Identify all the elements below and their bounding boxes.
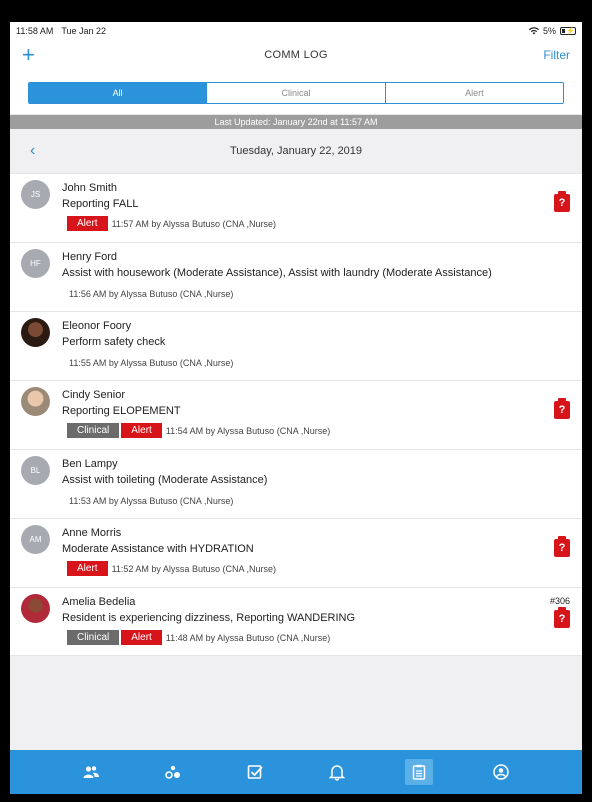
entry-time: 11:48 AM by Alyssa Butuso (CNA ,Nurse) <box>165 632 331 643</box>
list-item[interactable]: Eleonor Foory Perform safety check 11:55… <box>10 311 582 380</box>
avatar: AM <box>21 525 50 554</box>
clipboard-alert-icon[interactable]: ? <box>554 536 570 557</box>
entry-meta: Clinical Alert 11:54 AM by Alyssa Butuso… <box>67 423 330 438</box>
last-updated-banner: Last Updated: January 22nd at 11:57 AM <box>10 115 582 129</box>
status-time: 11:58 AM <box>16 26 54 36</box>
filter-button[interactable]: Filter <box>543 48 570 62</box>
resident-name: Eleonor Foory <box>62 320 132 332</box>
resident-name: Cindy Senior <box>62 389 125 401</box>
list-item[interactable]: AM Anne Morris Moderate Assistance with … <box>10 518 582 587</box>
clinical-tag: Clinical <box>67 423 120 438</box>
list-item[interactable]: Amelia Bedelia Resident is experiencing … <box>10 587 582 656</box>
entry-description: Reporting ELOPEMENT <box>62 405 181 417</box>
clipboard-alert-icon[interactable]: ? <box>554 607 570 628</box>
clipboard-alert-icon[interactable]: ? <box>554 398 570 419</box>
add-button[interactable]: + <box>22 44 35 66</box>
resident-name: Henry Ford <box>62 251 118 263</box>
avatar: HF <box>21 249 50 278</box>
entry-description: Assist with toileting (Moderate Assistan… <box>62 474 268 486</box>
avatar: BL <box>21 456 50 485</box>
bell-icon <box>328 765 346 781</box>
alert-tag: Alert <box>67 216 108 231</box>
entry-meta: 11:56 AM by Alyssa Butuso (CNA ,Nurse) <box>67 289 233 299</box>
list-item[interactable]: HF Henry Ford Assist with housework (Mod… <box>10 242 582 311</box>
avatar <box>21 594 50 623</box>
battery-percent: 5% <box>542 26 556 36</box>
avatar <box>21 318 50 347</box>
tab-residents[interactable] <box>77 759 105 785</box>
entry-description: Moderate Assistance with HYDRATION <box>62 543 254 555</box>
segment-all[interactable]: All <box>29 83 207 103</box>
tab-comm-log[interactable] <box>405 759 433 785</box>
entry-description: Reporting FALL <box>62 198 139 210</box>
list-item[interactable]: JS John Smith Reporting FALL Alert 11:57… <box>10 173 582 242</box>
segment-clinical[interactable]: Clinical <box>206 83 384 103</box>
entry-description: Perform safety check <box>62 336 166 348</box>
room-number: #306 <box>549 596 570 606</box>
alert-tag: Alert <box>121 423 162 438</box>
resident-name: Anne Morris <box>62 527 122 539</box>
resident-name: Amelia Bedelia <box>62 596 136 608</box>
segment-alert[interactable]: Alert <box>384 83 563 103</box>
previous-day-button[interactable]: ‹ <box>30 142 35 160</box>
alert-tag: Alert <box>67 561 108 576</box>
care-icon <box>165 765 180 779</box>
list-item[interactable]: BL Ben Lampy Assist with toileting (Mode… <box>10 449 582 518</box>
battery-icon: ⚡ <box>560 27 576 35</box>
entry-time: 11:57 AM by Alyssa Butuso (CNA ,Nurse) <box>111 218 276 229</box>
entry-description: Resident is experiencing dizziness, Repo… <box>62 612 356 624</box>
app-screen: 11:58 AM Tue Jan 22 5% ⚡ + COMM LOG Filt… <box>10 22 582 794</box>
entry-meta: Clinical Alert 11:48 AM by Alyssa Butuso… <box>67 630 330 645</box>
date-header: ‹ Tuesday, January 22, 2019 <box>10 129 582 173</box>
comm-log-list: JS John Smith Reporting FALL Alert 11:57… <box>10 173 582 656</box>
tasks-icon <box>247 765 263 779</box>
entry-description: Assist with housework (Moderate Assistan… <box>62 267 492 279</box>
clinical-tag: Clinical <box>67 630 120 645</box>
current-date: Tuesday, January 22, 2019 <box>229 145 363 157</box>
entry-time: 11:56 AM by Alyssa Butuso (CNA ,Nurse) <box>69 289 234 299</box>
entry-time: 11:54 AM by Alyssa Butuso (CNA ,Nurse) <box>165 425 331 436</box>
nav-bar: + COMM LOG Filter <box>10 40 582 70</box>
page-title: COMM LOG <box>264 49 328 61</box>
status-date: Tue Jan 22 <box>61 26 107 36</box>
list-item[interactable]: Cindy Senior Reporting ELOPEMENT Clinica… <box>10 380 582 449</box>
residents-icon <box>83 766 99 778</box>
resident-name: John Smith <box>62 182 118 194</box>
avatar: JS <box>21 180 50 209</box>
segmented-control: All Clinical Alert <box>28 82 564 104</box>
entry-meta: Alert 11:57 AM by Alyssa Butuso (CNA ,Nu… <box>67 216 276 231</box>
status-bar: 11:58 AM Tue Jan 22 5% ⚡ <box>10 22 582 40</box>
segment-container: All Clinical Alert <box>10 70 582 115</box>
entry-meta: 11:55 AM by Alyssa Butuso (CNA ,Nurse) <box>67 358 233 368</box>
alert-tag: Alert <box>121 630 162 645</box>
tab-notifications[interactable] <box>323 759 351 785</box>
entry-time: 11:52 AM by Alyssa Butuso (CNA ,Nurse) <box>111 563 276 574</box>
entry-meta: Alert 11:52 AM by Alyssa Butuso (CNA ,Nu… <box>67 561 276 576</box>
wifi-icon <box>528 27 539 35</box>
clipboard-alert-icon[interactable]: ? <box>554 191 570 212</box>
avatar <box>21 387 50 416</box>
entry-time: 11:55 AM by Alyssa Butuso (CNA ,Nurse) <box>69 358 234 368</box>
entry-time: 11:53 AM by Alyssa Butuso (CNA ,Nurse) <box>69 496 234 506</box>
profile-icon <box>493 764 509 780</box>
tab-care[interactable] <box>159 759 187 785</box>
tab-tasks[interactable] <box>241 759 269 785</box>
tab-profile[interactable] <box>487 759 515 785</box>
entry-meta: 11:53 AM by Alyssa Butuso (CNA ,Nurse) <box>67 496 233 506</box>
comm-log-icon <box>412 764 426 780</box>
tab-bar <box>10 750 582 794</box>
resident-name: Ben Lampy <box>62 458 118 470</box>
